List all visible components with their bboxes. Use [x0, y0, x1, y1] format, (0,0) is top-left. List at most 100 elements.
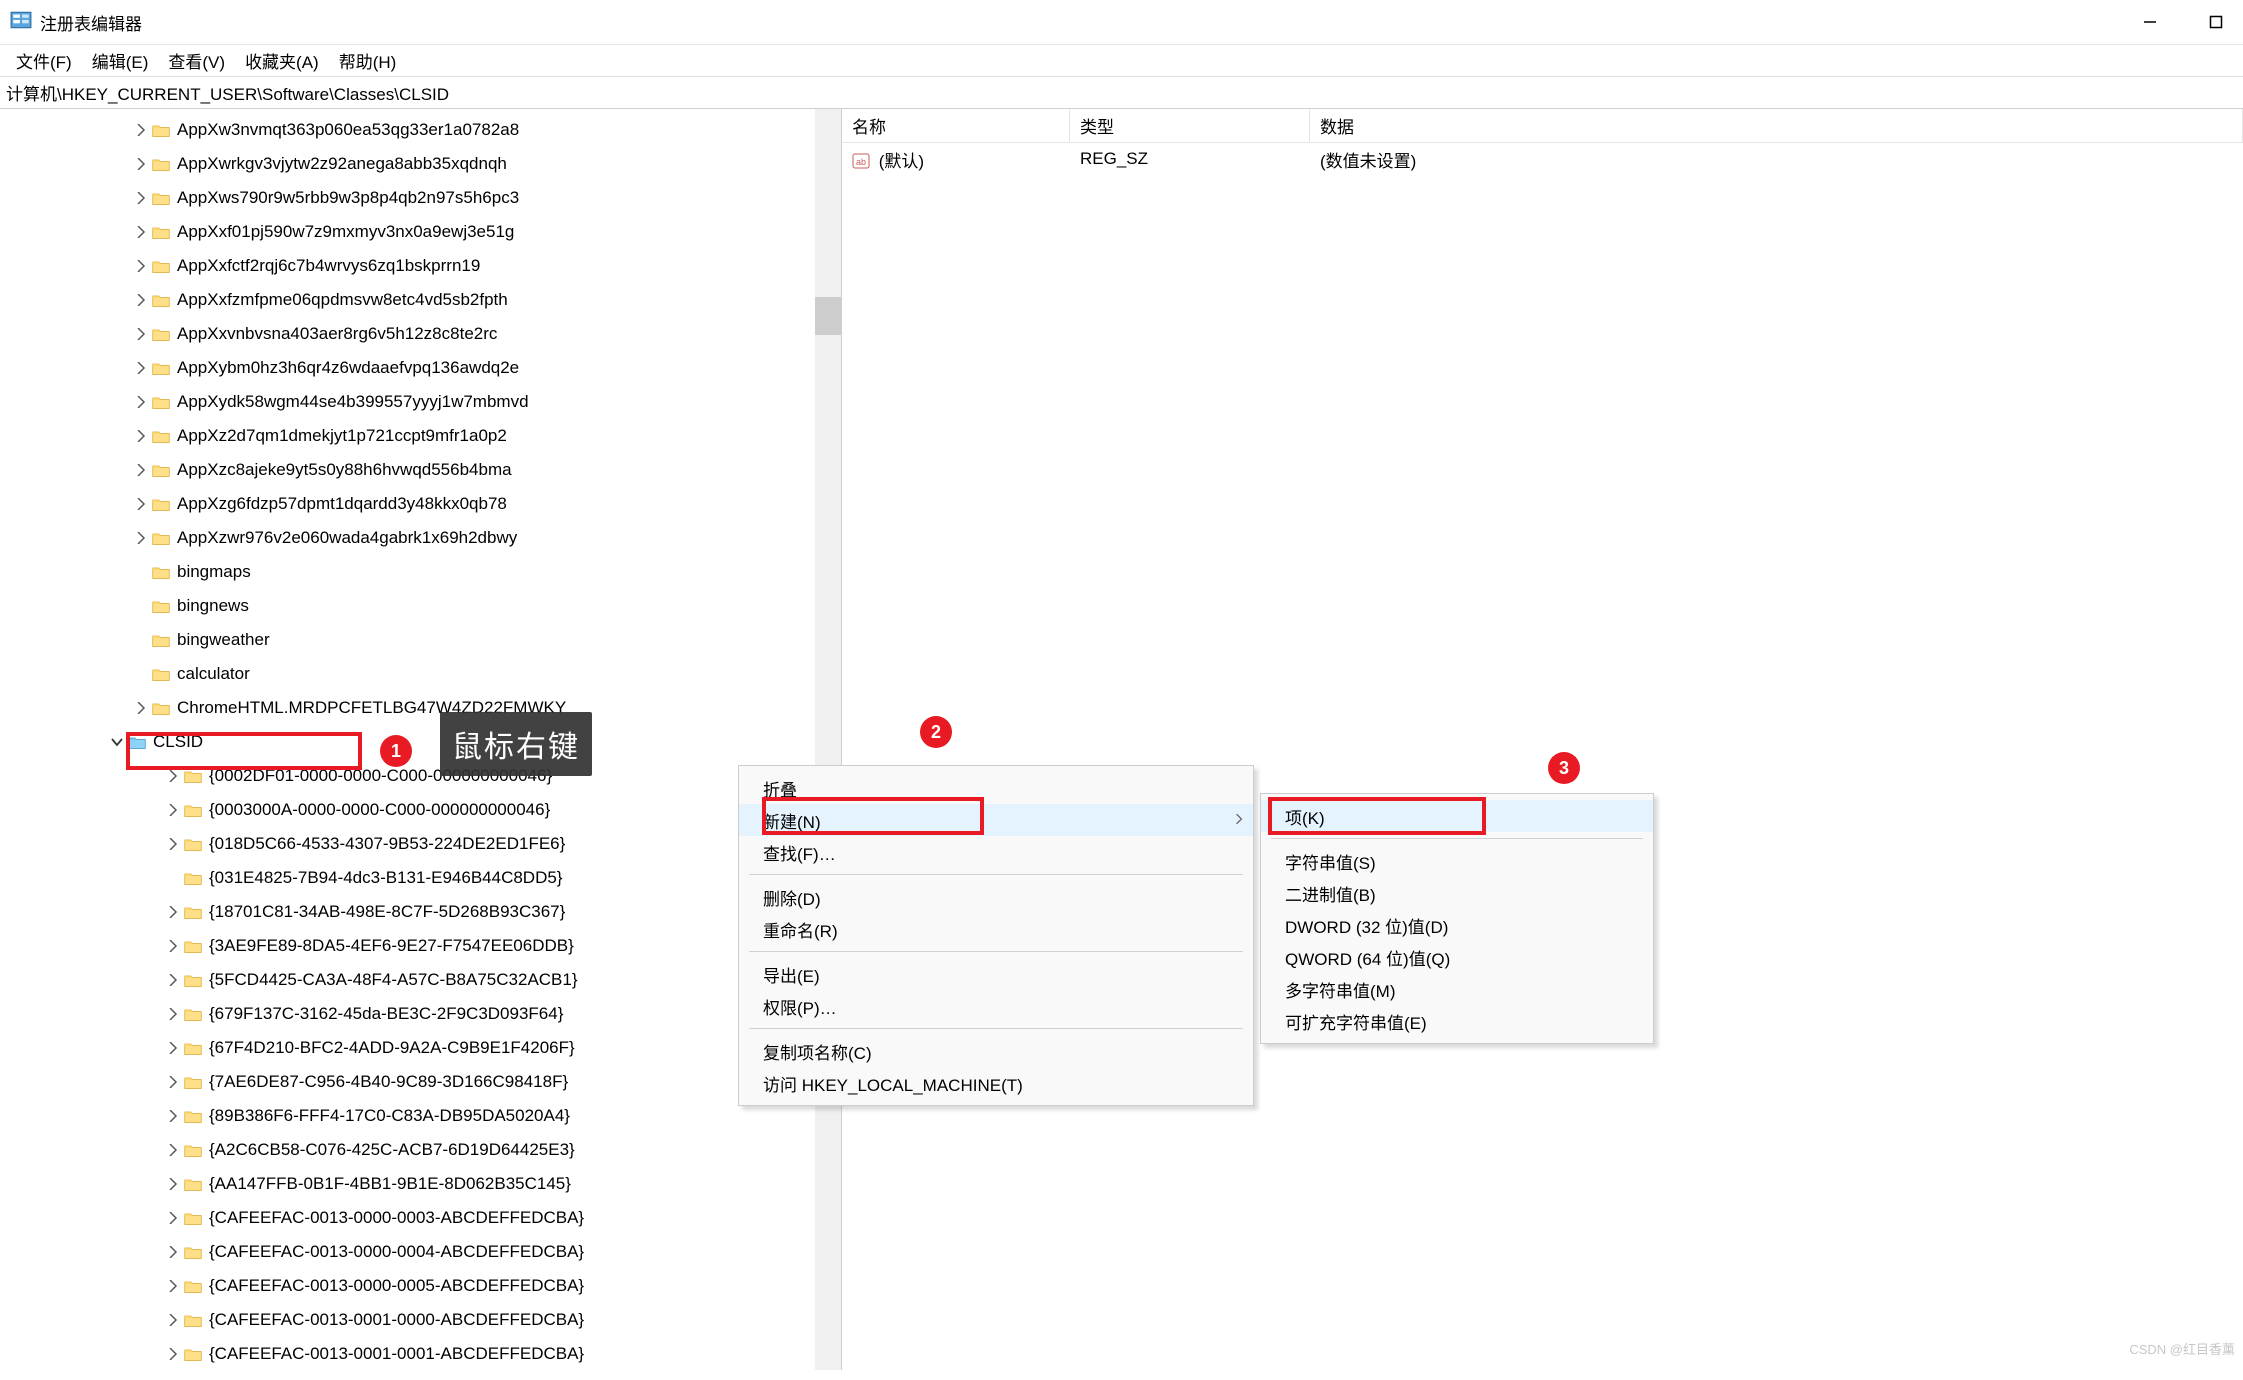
chevron-right-icon[interactable]	[162, 1008, 184, 1020]
ctx-multi-string-value[interactable]: 多字符串值(M)	[1261, 973, 1653, 1005]
tree-item[interactable]: {18701C81-34AB-498E-8C7F-5D268B93C367}	[0, 895, 841, 929]
tree-item[interactable]: {031E4825-7B94-4dc3-B131-E946B44C8DD5}	[0, 861, 841, 895]
chevron-right-icon[interactable]	[162, 1246, 184, 1258]
ctx-switch-hklm[interactable]: 访问 HKEY_LOCAL_MACHINE(T)	[739, 1067, 1253, 1099]
ctx-dword-value[interactable]: DWORD (32 位)值(D)	[1261, 909, 1653, 941]
tree-item[interactable]: {AA147FFB-0B1F-4BB1-9B1E-8D062B35C145}	[0, 1167, 841, 1201]
chevron-right-icon[interactable]	[162, 1076, 184, 1088]
tree-item[interactable]: AppXzg6fdzp57dpmt1dqardd3y48kkx0qb78	[0, 487, 841, 521]
tree-item[interactable]: {679F137C-3162-45da-BE3C-2F9C3D093F64}	[0, 997, 841, 1031]
tree-item[interactable]: {5FCD4425-CA3A-48F4-A57C-B8A75C32ACB1}	[0, 963, 841, 997]
minimize-button[interactable]	[2127, 6, 2173, 38]
tree-item[interactable]: {A2C6CB58-C076-425C-ACB7-6D19D64425E3}	[0, 1133, 841, 1167]
ctx-permissions[interactable]: 权限(P)…	[739, 990, 1253, 1022]
tree-item[interactable]: AppXydk58wgm44se4b399557yyyj1w7mbmvd	[0, 385, 841, 419]
chevron-right-icon[interactable]	[162, 1178, 184, 1190]
chevron-right-icon[interactable]	[162, 1314, 184, 1326]
menu-view[interactable]: 查看(V)	[158, 44, 235, 77]
registry-tree[interactable]: AppXw3nvmqt363p060ea53qg33er1a0782a8 App…	[0, 109, 841, 1370]
tree-item[interactable]: CLSID	[0, 725, 841, 759]
ctx-copy-key-name[interactable]: 复制项名称(C)	[739, 1035, 1253, 1067]
tree-item[interactable]: AppXws790r9w5rbb9w3p8p4qb2n97s5h6pc3	[0, 181, 841, 215]
chevron-right-icon[interactable]	[162, 770, 184, 782]
chevron-right-icon[interactable]	[130, 328, 152, 340]
chevron-right-icon[interactable]	[130, 226, 152, 238]
tree-item[interactable]: AppXxf01pj590w7z9mxmyv3nx0a9ewj3e51g	[0, 215, 841, 249]
tree-item[interactable]: {0003000A-0000-0000-C000-000000000046}	[0, 793, 841, 827]
chevron-right-icon[interactable]	[162, 1110, 184, 1122]
ctx-collapse[interactable]: 折叠	[739, 772, 1253, 804]
tree-item[interactable]: AppXzwr976v2e060wada4gabrk1x69h2dbwy	[0, 521, 841, 555]
menu-favorites[interactable]: 收藏夹(A)	[235, 44, 329, 77]
tree-item[interactable]: {7AE6DE87-C956-4B40-9C89-3D166C98418F}	[0, 1065, 841, 1099]
tree-item[interactable]: {CAFEEFAC-0013-0001-0000-ABCDEFFEDCBA}	[0, 1303, 841, 1337]
ctx-delete[interactable]: 删除(D)	[739, 881, 1253, 913]
tree-item[interactable]: AppXw3nvmqt363p060ea53qg33er1a0782a8	[0, 113, 841, 147]
tree-item[interactable]: bingmaps	[0, 555, 841, 589]
tree-scroll-thumb[interactable]	[815, 297, 841, 335]
menu-file[interactable]: 文件(F)	[6, 44, 82, 77]
tree-item[interactable]: bingweather	[0, 623, 841, 657]
maximize-button[interactable]	[2193, 6, 2239, 38]
tree-item[interactable]: AppXzc8ajeke9yt5s0y88h6hvwqd556b4bma	[0, 453, 841, 487]
chevron-right-icon[interactable]	[162, 1280, 184, 1292]
chevron-right-icon[interactable]	[130, 260, 152, 272]
chevron-right-icon[interactable]	[162, 1348, 184, 1360]
ctx-key[interactable]: 项(K)	[1261, 800, 1653, 832]
col-type[interactable]: 类型	[1070, 109, 1310, 142]
chevron-right-icon[interactable]	[130, 498, 152, 510]
chevron-right-icon[interactable]	[130, 158, 152, 170]
chevron-right-icon[interactable]	[130, 192, 152, 204]
tree-item[interactable]: {018D5C66-4533-4307-9B53-224DE2ED1FE6}	[0, 827, 841, 861]
ctx-export[interactable]: 导出(E)	[739, 958, 1253, 990]
col-data[interactable]: 数据	[1310, 109, 2243, 142]
ctx-string-value[interactable]: 字符串值(S)	[1261, 845, 1653, 877]
tree-item[interactable]: AppXxvnbvsna403aer8rg6v5h12z8c8te2rc	[0, 317, 841, 351]
chevron-right-icon[interactable]	[162, 1144, 184, 1156]
tree-item[interactable]: {0002DF01-0000-0000-C000-000000000046}	[0, 759, 841, 793]
tree-item[interactable]: {CAFEEFAC-0013-0000-0003-ABCDEFFEDCBA}	[0, 1201, 841, 1235]
tree-item[interactable]: ChromeHTML.MRDPCFETLBG47W4ZD22FMWKY	[0, 691, 841, 725]
chevron-right-icon[interactable]	[130, 294, 152, 306]
ctx-binary-value[interactable]: 二进制值(B)	[1261, 877, 1653, 909]
tree-item[interactable]: AppXz2d7qm1dmekjyt1p721ccpt9mfr1a0p2	[0, 419, 841, 453]
chevron-right-icon[interactable]	[130, 362, 152, 374]
menu-help[interactable]: 帮助(H)	[329, 44, 407, 77]
chevron-right-icon[interactable]	[162, 1212, 184, 1224]
tree-item[interactable]: {CAFEEFAC-0013-0001-0001-ABCDEFFEDCBA}	[0, 1337, 841, 1370]
chevron-right-icon[interactable]	[162, 974, 184, 986]
chevron-right-icon[interactable]	[130, 702, 152, 714]
chevron-right-icon[interactable]	[162, 838, 184, 850]
list-row[interactable]: (默认) REG_SZ (数值未设置)	[842, 143, 2243, 175]
tree-item[interactable]: AppXxfctf2rqj6c7b4wrvys6zq1bskprrn19	[0, 249, 841, 283]
chevron-right-icon[interactable]	[162, 804, 184, 816]
tree-scrollbar[interactable]	[815, 109, 841, 1370]
tree-item[interactable]: bingnews	[0, 589, 841, 623]
tree-item[interactable]: {89B386F6-FFF4-17C0-C83A-DB95DA5020A4}	[0, 1099, 841, 1133]
tree-item[interactable]: AppXxfzmfpme06qpdmsvw8etc4vd5sb2fpth	[0, 283, 841, 317]
chevron-right-icon[interactable]	[162, 1042, 184, 1054]
chevron-right-icon[interactable]	[130, 464, 152, 476]
tree-item[interactable]: {CAFEEFAC-0013-0000-0004-ABCDEFFEDCBA}	[0, 1235, 841, 1269]
chevron-right-icon[interactable]	[130, 124, 152, 136]
tree-item[interactable]: AppXwrkgv3vjytw2z92anega8abb35xqdnqh	[0, 147, 841, 181]
tree-item[interactable]: {3AE9FE89-8DA5-4EF6-9E27-F7547EE06DDB}	[0, 929, 841, 963]
tree-item[interactable]: calculator	[0, 657, 841, 691]
chevron-right-icon[interactable]	[130, 532, 152, 544]
chevron-right-icon[interactable]	[130, 430, 152, 442]
menu-edit[interactable]: 编辑(E)	[82, 44, 159, 77]
chevron-right-icon[interactable]	[130, 396, 152, 408]
ctx-find[interactable]: 查找(F)…	[739, 836, 1253, 868]
ctx-expand-string-value[interactable]: 可扩充字符串值(E)	[1261, 1005, 1653, 1037]
chevron-right-icon[interactable]	[162, 940, 184, 952]
tree-item[interactable]: {CAFEEFAC-0013-0000-0005-ABCDEFFEDCBA}	[0, 1269, 841, 1303]
tree-item[interactable]: AppXybm0hz3h6qr4z6wdaaefvpq136awdq2e	[0, 351, 841, 385]
ctx-rename[interactable]: 重命名(R)	[739, 913, 1253, 945]
address-bar[interactable]: 计算机\HKEY_CURRENT_USER\Software\Classes\C…	[0, 77, 2243, 109]
ctx-qword-value[interactable]: QWORD (64 位)值(Q)	[1261, 941, 1653, 973]
chevron-down-icon[interactable]	[106, 737, 128, 747]
tree-item[interactable]: {67F4D210-BFC2-4ADD-9A2A-C9B9E1F4206F}	[0, 1031, 841, 1065]
chevron-right-icon[interactable]	[162, 906, 184, 918]
col-name[interactable]: 名称	[842, 109, 1070, 142]
ctx-new[interactable]: 新建(N)	[739, 804, 1253, 836]
